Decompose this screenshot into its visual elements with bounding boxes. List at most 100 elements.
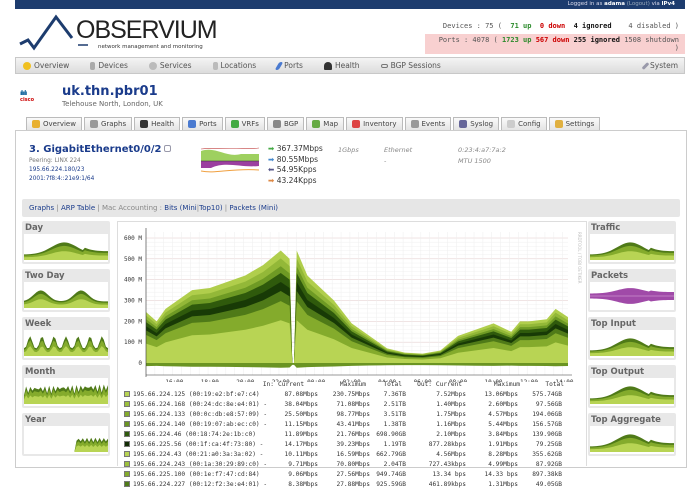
graph-thumb-top-input[interactable]: Top Input bbox=[588, 317, 676, 360]
legend-row: 195.66.224.168 (00:24:dc:8e:e4:01) - 38.0… bbox=[124, 399, 564, 409]
tab-vrfs[interactable]: VRFs bbox=[224, 117, 265, 130]
legend-out-max: 4.57Mbps bbox=[488, 410, 518, 418]
tab-bgp[interactable]: BGP bbox=[266, 117, 305, 130]
graph-thumb-two-day[interactable]: Two Day bbox=[22, 269, 110, 312]
legend-out-tot: 194.06GB bbox=[532, 410, 562, 418]
legend-out-max: 2.60Mbps bbox=[488, 400, 518, 408]
subnav-graphs[interactable]: Graphs bbox=[29, 204, 54, 212]
legend-in-max: 230.75Mbps bbox=[332, 390, 370, 398]
nav-services[interactable]: Services bbox=[148, 61, 192, 70]
ports-down[interactable]: 567 down bbox=[536, 36, 570, 44]
nav-devices[interactable]: Devices bbox=[90, 61, 128, 70]
nav-label: BGP Sessions bbox=[390, 61, 441, 70]
logout-link[interactable]: (Logout) bbox=[627, 1, 650, 7]
legend-swatch-icon bbox=[124, 431, 130, 437]
subnav-top10[interactable]: Top10) bbox=[199, 204, 222, 212]
devices-down[interactable]: 0 down bbox=[540, 22, 565, 30]
legend-out-tot: 575.74GB bbox=[532, 390, 562, 398]
nav-label: System bbox=[650, 61, 678, 70]
port-info: 3. GigabitEthernet0/0/2 Peering: LINX 22… bbox=[29, 144, 171, 182]
tab-overview[interactable]: Overview bbox=[26, 117, 82, 130]
graph-thumb-month[interactable]: Month bbox=[22, 365, 110, 408]
legend-swatch-icon bbox=[124, 451, 130, 457]
legend-row: 195.66.224.227 (00:12:f2:3e:e4:01) - 8.38… bbox=[124, 479, 564, 489]
tab-label: VRFs bbox=[241, 120, 259, 128]
legend-in-tot: 698.90GB bbox=[376, 430, 406, 438]
port-minigraph[interactable] bbox=[201, 146, 259, 176]
tab-syslog[interactable]: Syslog bbox=[453, 117, 500, 130]
graph-thumb-week[interactable]: Week bbox=[22, 317, 110, 360]
device-location: Telehouse North, London, UK bbox=[62, 100, 163, 108]
thumb-title: Top Output bbox=[591, 367, 645, 377]
port-name[interactable]: 3. GigabitEthernet0/0/2 bbox=[29, 144, 161, 155]
ports-up[interactable]: 1723 up bbox=[502, 36, 532, 44]
building-icon bbox=[212, 61, 218, 70]
legend-in-tot: 1.19TB bbox=[383, 440, 406, 448]
nav-ports[interactable]: Ports bbox=[274, 61, 303, 70]
graph-thumb-day[interactable]: Day bbox=[22, 221, 110, 264]
graph-thumb-year[interactable]: Year bbox=[22, 413, 110, 456]
subnav-arp-table[interactable]: ARP Table bbox=[61, 204, 95, 212]
port-ipv4[interactable]: 195.66.224.180/23 bbox=[29, 167, 171, 173]
legend-out-cur: 4.56Mbps bbox=[436, 450, 466, 458]
tab-events[interactable]: Events bbox=[404, 117, 452, 130]
legend-out-cur: 2.10Mbps bbox=[436, 430, 466, 438]
devices-disabled[interactable]: 4 disabled ) bbox=[628, 22, 679, 30]
tab-config[interactable]: Config bbox=[501, 117, 547, 130]
port-ipv6[interactable]: 2001:7f8:4::21e9:1/64 bbox=[29, 176, 171, 182]
legend-in-max: 16.59Mbps bbox=[336, 450, 370, 458]
tab-health[interactable]: Health bbox=[134, 117, 181, 130]
legend-in-cur: 11.89Mbps bbox=[284, 430, 318, 438]
ports-ignored[interactable]: 255 ignored bbox=[574, 36, 620, 44]
subnav-bits[interactable]: Bits bbox=[164, 204, 177, 212]
nav-locations[interactable]: Locations bbox=[212, 61, 256, 70]
device-name[interactable]: uk.thn.pbr01 bbox=[62, 84, 158, 99]
graph-icon[interactable] bbox=[164, 145, 171, 152]
legend-swatch-icon bbox=[124, 411, 130, 417]
tab-inventory[interactable]: Inventory bbox=[346, 117, 403, 130]
subnav-packets-mini[interactable]: (Mini) bbox=[258, 204, 278, 212]
nav-label: Services bbox=[159, 61, 192, 70]
subnav-bits-mini[interactable]: (Mini bbox=[180, 204, 197, 212]
thumb-title: Week bbox=[25, 319, 52, 329]
thumb-title: Packets bbox=[591, 271, 629, 281]
tab-map[interactable]: Map bbox=[306, 117, 345, 130]
cisco-logo-icon: ılıılı cisco bbox=[20, 90, 35, 103]
legend-in-max: 71.08Mbps bbox=[336, 400, 370, 408]
thumb-graph bbox=[24, 426, 108, 454]
devices-up[interactable]: 71 up bbox=[510, 22, 531, 30]
nav-overview[interactable]: Overview bbox=[23, 61, 69, 70]
thumb-title: Two Day bbox=[25, 271, 65, 281]
subnav-packets[interactable]: Packets bbox=[229, 204, 256, 212]
graph-thumb-packets[interactable]: Packets bbox=[588, 269, 676, 312]
gear-icon bbox=[148, 61, 157, 70]
graph-thumb-traffic[interactable]: Traffic bbox=[588, 221, 676, 264]
nav-label: Ports bbox=[284, 61, 303, 70]
thumb-title: Day bbox=[25, 223, 44, 233]
legend-out-cur: 877.28kbps bbox=[428, 440, 466, 448]
tab-label: Health bbox=[151, 120, 175, 128]
nav-bgp-sessions[interactable]: BGP Sessions bbox=[380, 61, 441, 70]
legend-name: 195.66.224.243 (00:1a:30:29:89:c0) - bbox=[133, 460, 268, 468]
tab-settings[interactable]: Settings bbox=[548, 117, 601, 130]
observium-logo[interactable]: OBSERVIUM network management and monitor… bbox=[18, 14, 218, 54]
top10-label: Top10 bbox=[199, 204, 220, 212]
device-tabs: Overview Graphs Health Ports VRFs BGP Map Inven… bbox=[26, 117, 601, 130]
legend-out-tot: 97.56GB bbox=[535, 400, 562, 408]
tab-ports[interactable]: Ports bbox=[182, 117, 223, 130]
in-header: In: bbox=[262, 380, 274, 388]
thumb-graph bbox=[590, 282, 674, 310]
graph-thumb-top-output[interactable]: Top Output bbox=[588, 365, 676, 408]
rrdtool-label: RRDTOOL / TOBI OETIKER bbox=[577, 232, 582, 284]
tab-label: Syslog bbox=[470, 120, 494, 128]
legend-name: 195.66.224.43 (00:21:a0:3a:3a:02) - bbox=[133, 450, 264, 458]
graph-thumb-top-aggregate[interactable]: Top Aggregate bbox=[588, 413, 676, 456]
ports-shutdown[interactable]: 1508 shutdown ) bbox=[624, 36, 679, 52]
devices-ignored[interactable]: 4 ignored bbox=[574, 22, 612, 30]
nav-system[interactable]: System bbox=[641, 61, 678, 70]
tab-graphs[interactable]: Graphs bbox=[83, 117, 133, 130]
legend-out-tot: 79.25GB bbox=[535, 440, 562, 448]
legend-swatch-icon bbox=[124, 421, 130, 427]
legend-in-tot: 3.51TB bbox=[383, 410, 406, 418]
nav-health[interactable]: Health bbox=[323, 61, 360, 70]
